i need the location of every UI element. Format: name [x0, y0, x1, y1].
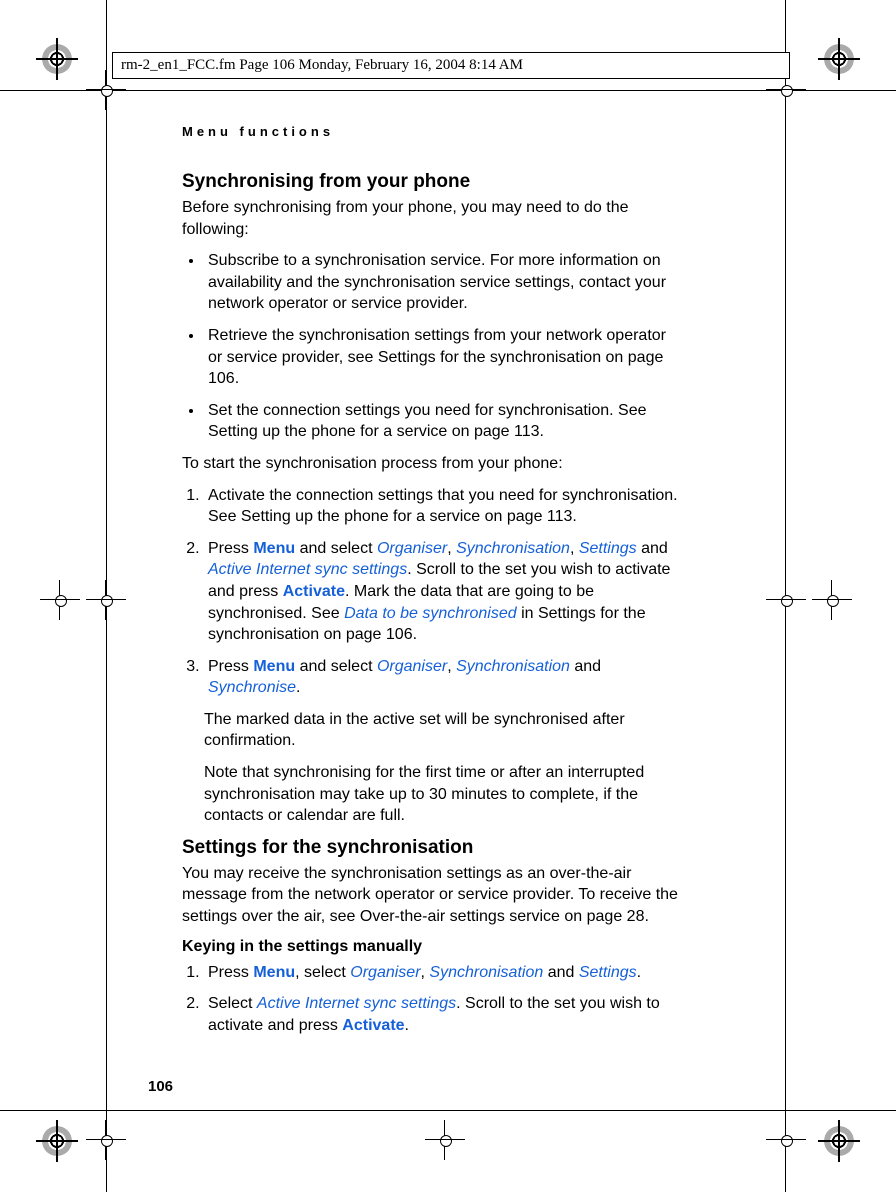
body-text: The marked data in the active set will b… — [204, 709, 682, 752]
text-run: and — [543, 964, 579, 981]
ui-term: Menu — [253, 540, 295, 557]
list-item: Select Active Internet sync settings. Sc… — [204, 993, 682, 1036]
bullet-list: Subscribe to a synchronisation service. … — [182, 250, 682, 443]
crop-line-top — [0, 90, 896, 91]
section-heading: Synchronising from your phone — [182, 171, 682, 193]
crosshair-icon — [86, 1120, 126, 1160]
text-run: Press — [208, 964, 253, 981]
body-text: You may receive the synchronisation sett… — [182, 863, 682, 928]
text-run: and select — [295, 658, 377, 675]
section-heading: Settings for the synchronisation — [182, 837, 682, 859]
text-run: and — [637, 540, 668, 557]
text-run: . — [637, 964, 641, 981]
registration-mark-icon — [824, 44, 854, 74]
ui-term: Menu — [253, 658, 295, 675]
crosshair-icon — [766, 1120, 806, 1160]
ui-term: Settings — [579, 964, 637, 981]
ui-term: Active Internet sync settings — [257, 995, 456, 1012]
ui-term: Organiser — [377, 658, 447, 675]
list-item: Press Menu, select Organiser, Synchronis… — [204, 962, 682, 984]
list-item: Activate the connection settings that yo… — [204, 485, 682, 528]
ui-term: Activate — [342, 1017, 404, 1034]
ui-term: Organiser — [350, 964, 420, 981]
list-item: Retrieve the synchronisation settings fr… — [204, 325, 682, 390]
text-run: , — [447, 658, 456, 675]
text-run: . — [296, 679, 300, 696]
numbered-list: Activate the connection settings that yo… — [182, 485, 682, 699]
crosshair-icon — [425, 1120, 465, 1160]
ui-term: Settings — [579, 540, 637, 557]
ui-term: Activate — [283, 583, 345, 600]
crosshair-icon — [40, 580, 80, 620]
body-text: To start the synchronisation process fro… — [182, 453, 682, 475]
text-run: Press — [208, 540, 253, 557]
numbered-list: Press Menu, select Organiser, Synchronis… — [182, 962, 682, 1037]
ui-term: Synchronisation — [456, 540, 570, 557]
crosshair-icon — [812, 580, 852, 620]
ui-term: Active Internet sync settings — [208, 561, 407, 578]
text-run: . — [405, 1017, 409, 1034]
text-run: Select — [208, 995, 257, 1012]
text-run: and — [570, 658, 601, 675]
ui-term: Data to be synchronised — [344, 605, 517, 622]
registration-mark-icon — [42, 44, 72, 74]
list-item: Press Menu and select Organiser, Synchro… — [204, 656, 682, 699]
header-stamp: rm-2_en1_FCC.fm Page 106 Monday, Februar… — [112, 52, 790, 79]
ui-term: Synchronise — [208, 679, 296, 696]
ui-term: Organiser — [377, 540, 447, 557]
ui-term: Synchronisation — [456, 658, 570, 675]
crop-line-bottom — [0, 1110, 896, 1111]
text-run: Press — [208, 658, 253, 675]
ui-term: Menu — [253, 964, 295, 981]
crosshair-icon — [86, 580, 126, 620]
ui-term: Synchronisation — [429, 964, 543, 981]
page-number: 106 — [148, 1078, 173, 1095]
text-run: , — [447, 540, 456, 557]
page-content: Menu functions Synchronising from your p… — [182, 124, 682, 1046]
list-item: Subscribe to a synchronisation service. … — [204, 250, 682, 315]
sub-heading: Keying in the settings manually — [182, 938, 682, 956]
text-run: and select — [295, 540, 377, 557]
list-item: Set the connection settings you need for… — [204, 400, 682, 443]
list-item: Press Menu and select Organiser, Synchro… — [204, 538, 682, 646]
body-text: Note that synchronising for the first ti… — [204, 762, 682, 827]
registration-mark-icon — [824, 1126, 854, 1156]
text-run: , — [570, 540, 579, 557]
crosshair-icon — [766, 580, 806, 620]
running-head: Menu functions — [182, 124, 682, 139]
registration-mark-icon — [42, 1126, 72, 1156]
body-text: Before synchronising from your phone, yo… — [182, 197, 682, 240]
text-run: , select — [295, 964, 350, 981]
